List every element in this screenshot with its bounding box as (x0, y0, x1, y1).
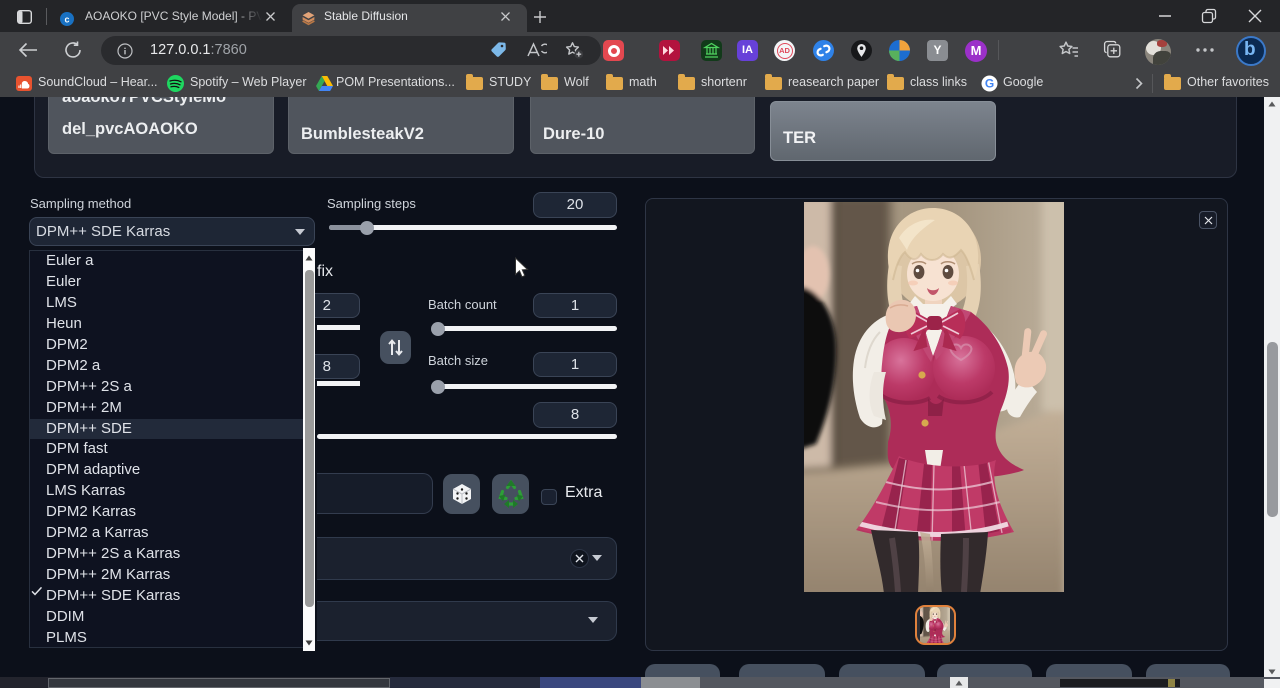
svg-text:c: c (64, 14, 69, 24)
svg-text:G: G (985, 77, 994, 91)
